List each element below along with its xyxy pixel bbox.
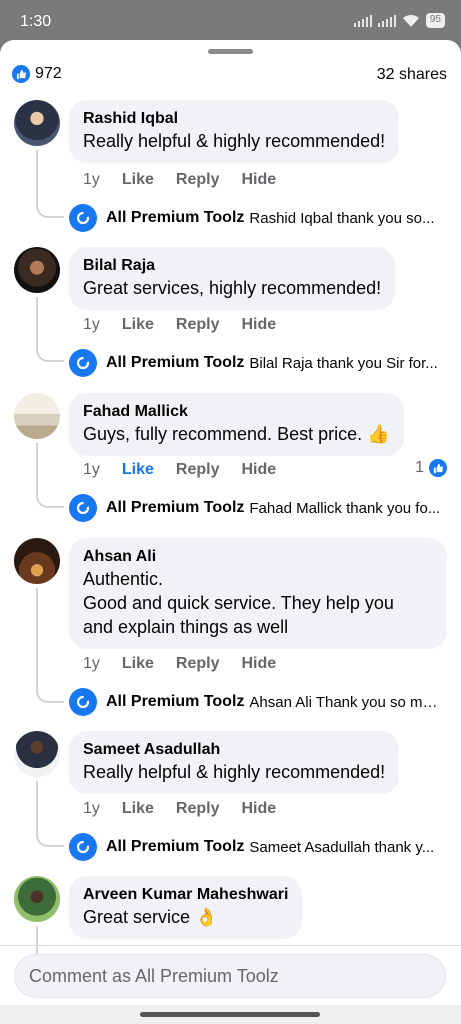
avatar[interactable] [14,876,60,922]
comment-text: Authentic. Good and quick service. They … [83,569,394,637]
reply-button[interactable]: Reply [176,800,220,818]
page-avatar-icon [69,688,97,716]
avatar[interactable] [14,100,60,146]
comment-bubble[interactable]: Bilal Raja Great services, highly recomm… [69,247,396,310]
comment-actions: 1y Like Reply Hide [83,655,276,673]
avatar[interactable] [14,247,60,293]
reply-author: All Premium Toolz [106,838,245,855]
commenter-name[interactable]: Fahad Mallick [83,402,390,422]
hide-button[interactable]: Hide [242,171,277,189]
reply-author: All Premium Toolz [106,693,245,710]
home-gesture-bar[interactable] [140,1012,320,1017]
hide-button[interactable]: Hide [242,800,277,818]
thread-line [36,297,64,362]
reply-preview[interactable]: All Premium Toolz Sameet Asadullah thank… [69,833,441,861]
comment-text: Guys, fully recommend. Best price. 👍 [83,424,390,444]
status-icons: 95 [353,13,445,28]
page-avatar-icon [69,494,97,522]
like-button[interactable]: Like [122,316,154,334]
reaction-summary: 972 32 shares [12,64,447,86]
comment-time[interactable]: 1y [83,800,100,818]
comment-text: Really helpful & highly recommended! [83,131,386,151]
likes-count[interactable]: 972 [12,65,62,83]
avatar[interactable] [14,538,60,584]
reply-preview[interactable]: All Premium Toolz Rashid Iqbal thank you… [69,204,441,232]
hide-button[interactable]: Hide [242,316,277,334]
like-icon [12,65,30,83]
comment-text: Great service 👌 [83,907,218,927]
like-icon [429,459,447,477]
commenter-name[interactable]: Bilal Raja [83,256,381,276]
reply-author: All Premium Toolz [106,499,245,516]
comment-actions: 1y Like Reply Hide [83,316,276,334]
reply-button[interactable]: Reply [176,316,220,334]
like-button[interactable]: Like [122,800,154,818]
likes-number: 972 [35,65,62,82]
reply-text: Ahsan Ali Thank you so mu... [249,693,441,711]
reaction-count[interactable]: 1 [415,459,447,477]
reaction-number: 1 [415,459,424,476]
shares-count[interactable]: 32 shares [377,66,447,84]
reply-author: All Premium Toolz [106,354,245,371]
comment-time[interactable]: 1y [83,316,100,334]
reply-text: Bilal Raja thank you Sir for... [249,354,438,372]
commenter-name[interactable]: Arveen Kumar Maheshwari [83,885,288,905]
comments-sheet: 972 32 shares Rashid Iqbal Really helpfu… [0,40,461,1005]
comment-time[interactable]: 1y [83,461,100,479]
composer-divider [0,945,461,946]
comment-actions: 1y Like Reply Hide [83,800,276,818]
commenter-name[interactable]: Ahsan Ali [83,547,433,567]
comment-bubble[interactable]: Ahsan Ali Authentic. Good and quick serv… [69,538,447,649]
reply-preview[interactable]: All Premium Toolz Ahsan Ali Thank you so… [69,688,441,716]
comment-actions: 1y Like Reply Hide [83,171,276,189]
comment-bubble[interactable]: Sameet Asadullah Really helpful & highly… [69,731,400,794]
comment-bubble[interactable]: Arveen Kumar Maheshwari Great service 👌 [69,876,303,939]
page-avatar-icon [69,349,97,377]
reply-preview[interactable]: All Premium Toolz Fahad Mallick thank yo… [69,494,441,522]
commenter-name[interactable]: Rashid Iqbal [83,109,385,129]
thread-line [36,443,64,508]
status-time: 1:30 [20,13,52,30]
avatar[interactable] [14,731,60,777]
like-button[interactable]: Like [122,461,154,479]
page-avatar-icon [69,833,97,861]
avatar[interactable] [14,393,60,439]
reply-button[interactable]: Reply [176,171,220,189]
comment-input[interactable]: Comment as All Premium Toolz [14,954,446,998]
wifi-icon [402,14,419,27]
status-bar: 1:30 95 [0,0,461,40]
thread-line [36,781,64,847]
comment-actions: 1y Like Reply Hide [83,461,276,479]
thread-line [36,588,64,703]
reply-text: Fahad Mallick thank you fo... [249,499,441,517]
battery-icon: 95 [425,13,445,28]
signal-icon [353,14,372,27]
reply-text: Rashid Iqbal thank you so... [249,209,435,227]
reply-text: Sameet Asadullah thank y... [249,838,435,856]
comment-text: Really helpful & highly recommended! [83,762,386,782]
comment-text: Great services, highly recommended! [83,278,382,298]
signal-icon-2 [377,14,396,27]
hide-button[interactable]: Hide [242,655,277,673]
system-nav-bar [0,1005,461,1024]
page-avatar-icon [69,204,97,232]
reply-button[interactable]: Reply [176,655,220,673]
thread-line [36,150,64,218]
hide-button[interactable]: Hide [242,461,277,479]
drag-handle[interactable] [208,49,253,54]
like-button[interactable]: Like [122,171,154,189]
reply-button[interactable]: Reply [176,461,220,479]
comment-bubble[interactable]: Rashid Iqbal Really helpful & highly rec… [69,100,400,163]
reply-preview[interactable]: All Premium Toolz Bilal Raja thank you S… [69,349,441,377]
comment-time[interactable]: 1y [83,655,100,673]
comment-time[interactable]: 1y [83,171,100,189]
commenter-name[interactable]: Sameet Asadullah [83,740,385,760]
comment-bubble[interactable]: Fahad Mallick Guys, fully recommend. Bes… [69,393,404,456]
like-button[interactable]: Like [122,655,154,673]
reply-author: All Premium Toolz [106,209,245,226]
